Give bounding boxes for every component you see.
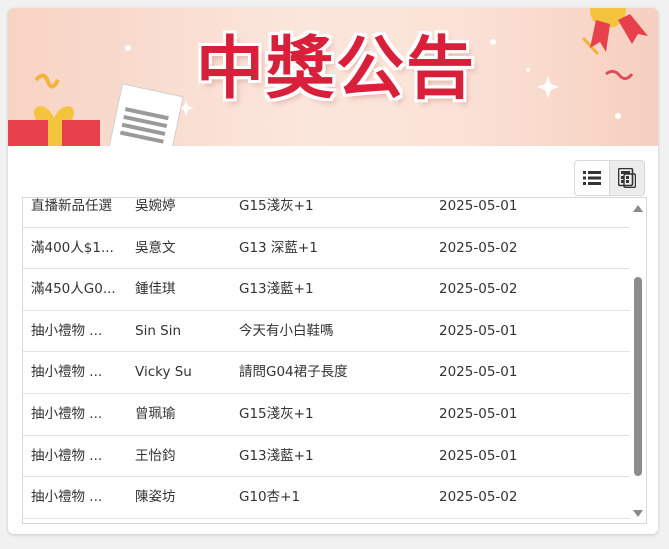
scroll-thumb[interactable]	[634, 277, 642, 476]
date-cell: 2025-05-02	[439, 239, 518, 256]
banner-title: 中獎公告	[195, 30, 476, 109]
name-cell: 鍾佳琪	[135, 281, 176, 298]
date-cell: 2025-05-01	[439, 198, 518, 214]
table-row[interactable]: 滿400人$1... 吳意文 G13 深藍+1 2025-05-02	[23, 228, 631, 270]
activity-cell: 抽小禮物 ...	[31, 489, 103, 506]
name-cell: Sin Sin	[135, 322, 182, 339]
date-cell: 2025-05-01	[439, 405, 518, 422]
date-cell: 2025-05-02	[439, 281, 518, 298]
comment-cell: G15淺灰+1	[239, 405, 314, 422]
vertical-scrollbar[interactable]	[630, 198, 646, 523]
comment-cell: G13淺藍+1	[239, 281, 314, 298]
name-cell: 吳意文	[135, 239, 176, 256]
activity-cell: 抽小禮物 ...	[31, 405, 103, 422]
table-row[interactable]: 抽小禮物 ... 曾珮瑜 G15淺灰+1 2025-05-01	[23, 394, 631, 436]
table-row[interactable]: 直播新品任選 吳婉婷 G15淺灰+1 2025-05-01	[23, 198, 631, 228]
list-view-button[interactable]	[574, 160, 610, 196]
winner-announcement-card: 中獎公告 直播新品任選 吳婉婷 G15淺灰+1 2025-05-01 滿400人$1..…	[8, 8, 658, 534]
date-cell: 2025-05-01	[439, 364, 518, 381]
activity-cell: 抽小禮物 ...	[31, 447, 103, 464]
comment-cell: G13淺藍+1	[239, 447, 314, 464]
gift-box-icon	[8, 106, 100, 146]
invoice-icon	[107, 83, 184, 146]
name-cell: 王怡鈞	[135, 447, 176, 464]
ribbon-badge-icon	[590, 8, 648, 52]
comment-cell: G13 深藍+1	[239, 239, 318, 256]
name-cell: 吳婉婷	[135, 198, 176, 214]
announcement-banner: 中獎公告	[8, 8, 658, 146]
activity-cell: 抽小禮物 ...	[31, 364, 103, 381]
activity-cell: 滿450人G0...	[31, 281, 116, 298]
activity-cell: 抽小禮物 ...	[31, 322, 103, 339]
table-row[interactable]: 抽小禮物 ... 陳姿坊 G10杏+1 2025-05-02	[23, 477, 631, 519]
table-row[interactable]: 抽小禮物 ... Sin Sin 今天有小白鞋嗎 2025-05-01	[23, 311, 631, 353]
table-row[interactable]: 抽小禮物 ... Vicky Su 請問G04裙子長度 2025-05-01	[23, 352, 631, 394]
table-row[interactable]: 滿450人G0... 鍾佳琪 G13淺藍+1 2025-05-02	[23, 269, 631, 311]
scroll-up-arrow-icon[interactable]	[633, 205, 643, 212]
comment-cell: G10杏+1	[239, 489, 301, 506]
winner-rows: 直播新品任選 吳婉婷 G15淺灰+1 2025-05-01 滿400人$1... 吳意文 G…	[23, 198, 631, 519]
comment-cell: 請問G04裙子長度	[239, 364, 348, 381]
date-cell: 2025-05-02	[439, 489, 518, 506]
scroll-down-arrow-icon[interactable]	[633, 510, 643, 517]
comment-cell: G15淺灰+1	[239, 198, 314, 214]
table-row[interactable]: 抽小禮物 ... 王怡鈞 G13淺藍+1 2025-05-01	[23, 436, 631, 478]
view-toolbar	[8, 146, 658, 198]
name-cell: Vicky Su	[135, 364, 192, 381]
activity-cell: 滿400人$1...	[31, 239, 114, 256]
grid-view-button[interactable]	[609, 160, 645, 196]
name-cell: 曾珮瑜	[135, 405, 176, 422]
calculator-icon	[618, 168, 636, 188]
winner-table[interactable]: 直播新品任選 吳婉婷 G15淺灰+1 2025-05-01 滿400人$1... 吳意文 G…	[22, 197, 647, 524]
comment-cell: 今天有小白鞋嗎	[239, 322, 334, 339]
activity-cell: 直播新品任選	[31, 198, 112, 214]
date-cell: 2025-05-01	[439, 322, 518, 339]
date-cell: 2025-05-01	[439, 447, 518, 464]
name-cell: 陳姿坊	[135, 489, 176, 506]
list-icon	[583, 171, 601, 185]
